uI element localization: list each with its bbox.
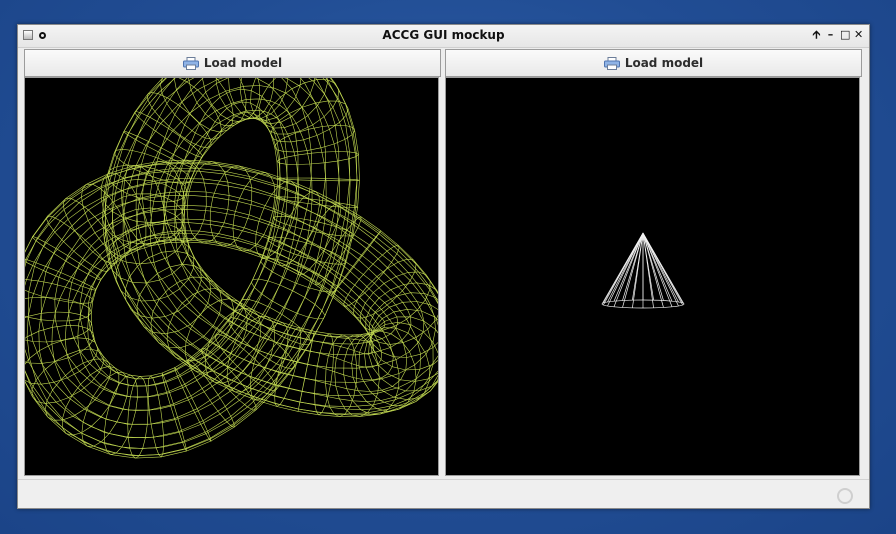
maximize-icon[interactable]: □ xyxy=(840,27,850,43)
load-model-button-left[interactable]: Load model xyxy=(24,49,441,77)
load-model-label: Load model xyxy=(624,56,704,70)
wireframe-knot-model xyxy=(25,78,438,459)
title-bar[interactable]: ACCG GUI mockup 🡩 – □ ✕ xyxy=(18,25,869,48)
left-pane: Load model xyxy=(24,49,441,477)
arrow-up-icon[interactable]: 🡩 xyxy=(812,27,821,43)
close-icon[interactable]: ✕ xyxy=(854,27,863,43)
model-viewport-right[interactable] xyxy=(445,77,860,476)
status-bar xyxy=(18,479,869,508)
knot-wire-mesh xyxy=(25,78,438,459)
printer-icon xyxy=(182,56,199,70)
model-viewport-left[interactable] xyxy=(24,77,439,476)
app-window: ACCG GUI mockup 🡩 – □ ✕ Load model Load … xyxy=(17,24,870,509)
printer-icon xyxy=(603,56,620,70)
load-model-button-right[interactable]: Load model xyxy=(445,49,862,77)
load-model-label: Load model xyxy=(203,56,283,70)
wireframe-cone-model xyxy=(601,232,685,309)
window-title: ACCG GUI mockup xyxy=(382,28,505,42)
right-pane: Load model xyxy=(445,49,862,477)
split-content: Load model Load model xyxy=(23,49,862,477)
cone-wire-mesh xyxy=(601,232,685,309)
minimize-icon[interactable]: – xyxy=(826,27,835,43)
busy-indicator-icon xyxy=(837,488,853,504)
